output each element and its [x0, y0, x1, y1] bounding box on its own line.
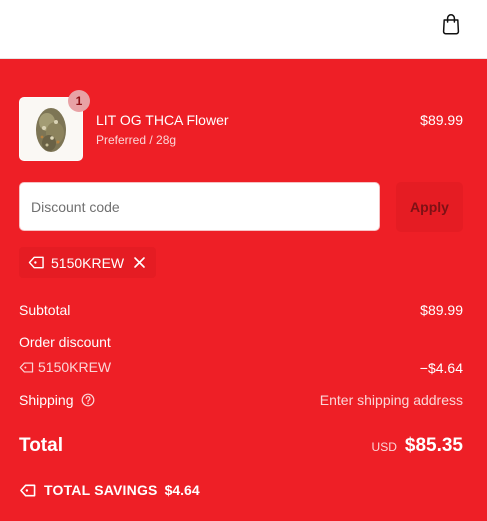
product-name: LIT OG THCA Flower: [96, 112, 229, 128]
apply-discount-button[interactable]: Apply: [396, 182, 463, 232]
discount-code-input[interactable]: [19, 182, 380, 231]
order-discount-code: 5150KREW: [38, 359, 112, 375]
tag-icon: [20, 484, 36, 496]
total-label: Total: [19, 435, 63, 456]
header: [0, 0, 487, 59]
product-price: $89.99: [420, 112, 463, 128]
total-price: USD $85.35: [372, 435, 463, 457]
order-discount-amount: −$4.64: [419, 360, 463, 376]
quantity-badge: 1: [68, 90, 90, 112]
applied-discount-code: 5150KREW: [51, 254, 125, 271]
order-discount-label: Order discount: [19, 334, 111, 350]
order-discount-code-row: 5150KREW: [19, 359, 111, 375]
shopping-bag-icon[interactable]: [441, 13, 461, 35]
currency-code: USD: [371, 440, 397, 454]
question-circle-icon[interactable]: [81, 393, 95, 407]
product-variant: Preferred / 28g: [96, 133, 177, 147]
order-summary: 1 LIT OG THCA Flower Preferred / 28g $89…: [0, 59, 487, 521]
applied-discount-chip: 5150KREW: [19, 247, 156, 278]
shipping-label: Shipping: [19, 392, 74, 408]
subtotal-value: $89.99: [420, 302, 463, 318]
total-amount: $85.35: [404, 435, 463, 456]
total-savings: TOTAL SAVINGS $4.64: [19, 482, 200, 498]
close-icon[interactable]: [133, 256, 146, 269]
tag-icon: [19, 361, 34, 373]
subtotal-label: Subtotal: [19, 302, 71, 318]
shipping-value: Enter shipping address: [319, 392, 463, 408]
total-savings-label: TOTAL SAVINGS: [44, 482, 158, 498]
shipping-row: Shipping: [19, 392, 95, 408]
tag-icon: [28, 256, 44, 269]
total-savings-amount: $4.64: [164, 482, 200, 498]
